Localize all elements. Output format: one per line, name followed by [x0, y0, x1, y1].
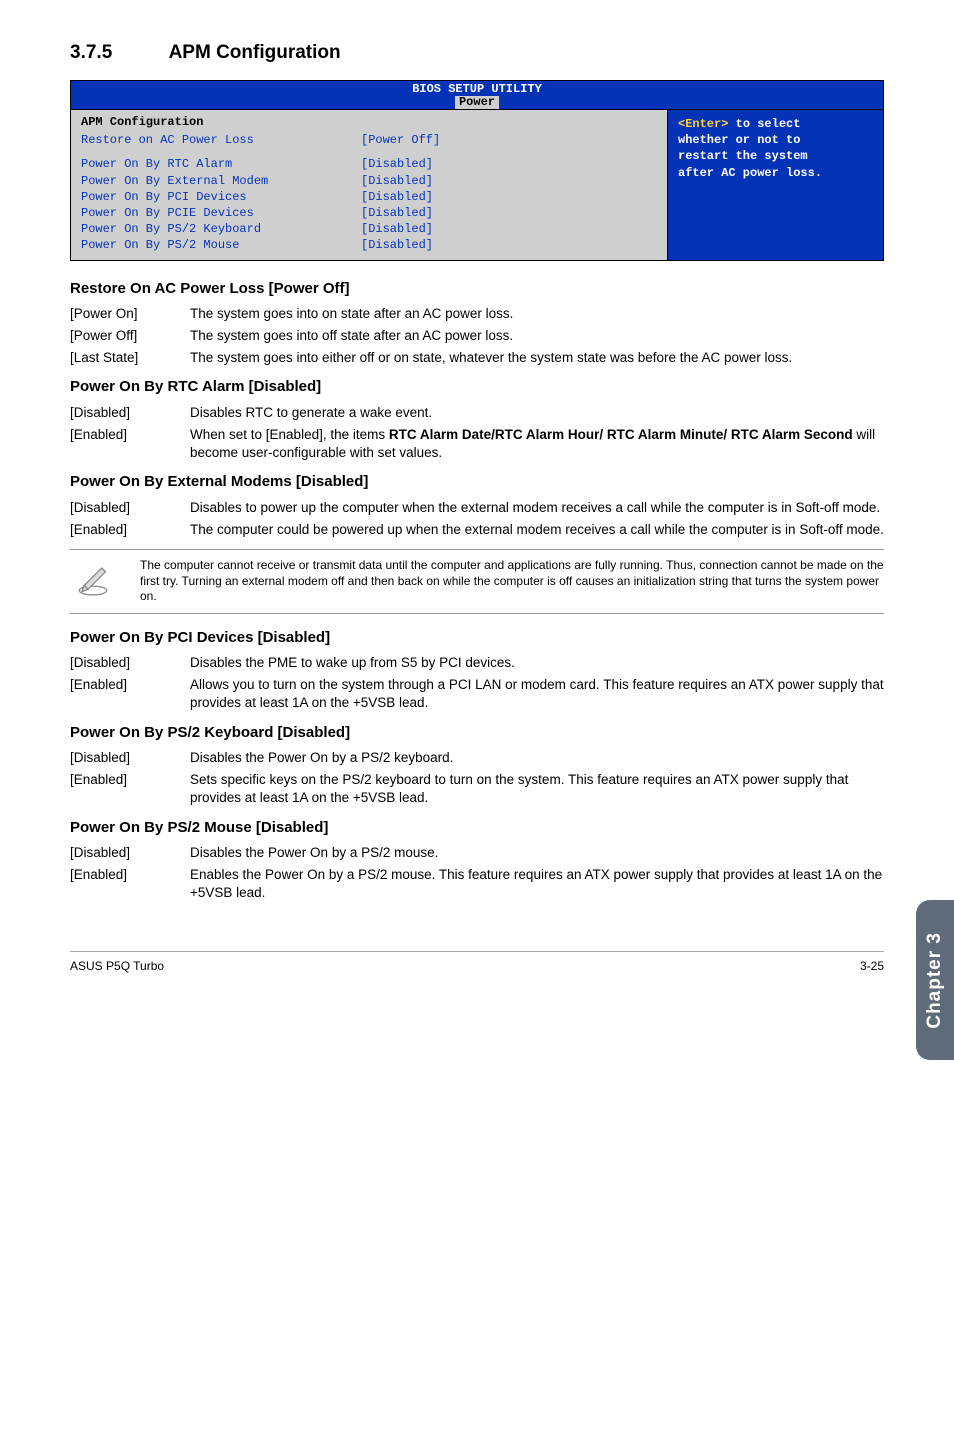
option-value: Enables the Power On by a PS/2 mouse. Th… — [190, 866, 884, 902]
footer-left: ASUS P5Q Turbo — [70, 958, 164, 974]
bios-setting-row: Power On By PCIE Devices[Disabled] — [81, 205, 657, 221]
bios-setting-value: [Disabled] — [361, 237, 433, 253]
bios-setting-value: [Disabled] — [361, 173, 433, 189]
option-value: Disables the PME to wake up from S5 by P… — [190, 654, 884, 672]
option-key: [Disabled] — [70, 844, 190, 862]
option-key: [Disabled] — [70, 499, 190, 517]
option-value: Disables the Power On by a PS/2 mouse. — [190, 844, 884, 862]
note-text: The computer cannot receive or transmit … — [140, 558, 884, 605]
bios-left-pane: APM Configuration Restore on AC Power Lo… — [71, 110, 668, 260]
option-key: [Disabled] — [70, 654, 190, 672]
section-title: APM Configuration — [169, 42, 341, 63]
option-row: [Disabled]Disables the PME to wake up fr… — [70, 654, 884, 672]
bios-setting-value: [Power Off] — [361, 132, 440, 148]
option-key: [Power On] — [70, 305, 190, 323]
bios-setting-row: Power On By RTC Alarm[Disabled] — [81, 156, 657, 172]
bios-setting-value: [Disabled] — [361, 205, 433, 221]
option-value: The system goes into either off or on st… — [190, 349, 884, 367]
bios-help-key: <Enter> — [678, 117, 728, 131]
option-key: [Enabled] — [70, 866, 190, 902]
bios-setting-label: Power On By External Modem — [81, 173, 361, 189]
option-value: The system goes into off state after an … — [190, 327, 884, 345]
option-key: [Last State] — [70, 349, 190, 367]
option-heading: Power On By RTC Alarm [Disabled] — [70, 377, 884, 397]
option-row: [Enabled]Allows you to turn on the syste… — [70, 676, 884, 712]
option-heading: Power On By PS/2 Keyboard [Disabled] — [70, 723, 884, 743]
option-row: [Last State]The system goes into either … — [70, 349, 884, 367]
page-footer: ASUS P5Q Turbo 3-25 — [70, 951, 884, 974]
bios-setting-row: Restore on AC Power Loss[Power Off] — [81, 132, 657, 148]
option-key: [Enabled] — [70, 426, 190, 462]
bios-title: BIOS SETUP UTILITY — [71, 83, 883, 96]
option-heading: Power On By PCI Devices [Disabled] — [70, 628, 884, 648]
option-value: Disables RTC to generate a wake event. — [190, 404, 884, 422]
option-heading: Restore On AC Power Loss [Power Off] — [70, 279, 884, 299]
option-row: [Enabled]Sets specific keys on the PS/2 … — [70, 771, 884, 807]
option-key: [Disabled] — [70, 749, 190, 767]
chapter-label: Chapter 3 — [922, 932, 948, 1029]
section-heading: 3.7.5 APM Configuration — [70, 40, 884, 66]
option-value: Allows you to turn on the system through… — [190, 676, 884, 712]
bios-setting-label: Power On By PCI Devices — [81, 189, 361, 205]
bios-setting-label: Restore on AC Power Loss — [81, 132, 361, 148]
bios-setting-value: [Disabled] — [361, 189, 433, 205]
option-row: [Enabled]When set to [Enabled], the item… — [70, 426, 884, 462]
option-value: When set to [Enabled], the items RTC Ala… — [190, 426, 884, 462]
option-row: [Disabled]Disables to power up the compu… — [70, 499, 884, 517]
option-row: [Power On]The system goes into on state … — [70, 305, 884, 323]
bios-setting-row: Power On By PS/2 Keyboard[Disabled] — [81, 221, 657, 237]
option-value: The computer could be powered up when th… — [190, 521, 884, 539]
option-value: The system goes into on state after an A… — [190, 305, 884, 323]
bios-setting-label: Power On By PS/2 Keyboard — [81, 221, 361, 237]
bios-setting-label: Power On By RTC Alarm — [81, 156, 361, 172]
option-key: [Enabled] — [70, 676, 190, 712]
option-key: [Disabled] — [70, 404, 190, 422]
bios-setting-row: Power On By PCI Devices[Disabled] — [81, 189, 657, 205]
option-key: [Enabled] — [70, 521, 190, 539]
footer-right: 3-25 — [860, 958, 884, 974]
note-block: The computer cannot receive or transmit … — [70, 549, 884, 614]
option-row: [Enabled]The computer could be powered u… — [70, 521, 884, 539]
option-row: [Disabled]Disables the Power On by a PS/… — [70, 749, 884, 767]
bios-setting-row: Power On By External Modem[Disabled] — [81, 173, 657, 189]
bios-panel: BIOS SETUP UTILITY Power APM Configurati… — [70, 80, 884, 261]
bios-setting-row: Power On By PS/2 Mouse[Disabled] — [81, 237, 657, 253]
section-number: 3.7.5 — [70, 40, 164, 66]
bios-setting-label: Power On By PS/2 Mouse — [81, 237, 361, 253]
option-value: Disables the Power On by a PS/2 keyboard… — [190, 749, 884, 767]
pencil-icon — [70, 558, 116, 603]
bios-setting-value: [Disabled] — [361, 156, 433, 172]
option-row: [Disabled]Disables RTC to generate a wak… — [70, 404, 884, 422]
option-value: Sets specific keys on the PS/2 keyboard … — [190, 771, 884, 807]
bios-header: BIOS SETUP UTILITY Power — [71, 81, 883, 109]
option-key: [Power Off] — [70, 327, 190, 345]
bios-panel-title: APM Configuration — [81, 114, 657, 130]
option-row: [Power Off]The system goes into off stat… — [70, 327, 884, 345]
option-key: [Enabled] — [70, 771, 190, 807]
bios-help-pane: <Enter> to select whether or not to rest… — [668, 110, 883, 260]
bios-tab: Power — [455, 96, 499, 109]
bios-setting-value: [Disabled] — [361, 221, 433, 237]
option-row: [Enabled]Enables the Power On by a PS/2 … — [70, 866, 884, 902]
option-row: [Disabled]Disables the Power On by a PS/… — [70, 844, 884, 862]
chapter-tab: Chapter 3 — [916, 900, 954, 1060]
option-value: Disables to power up the computer when t… — [190, 499, 884, 517]
option-heading: Power On By PS/2 Mouse [Disabled] — [70, 818, 884, 838]
bios-setting-label: Power On By PCIE Devices — [81, 205, 361, 221]
option-heading: Power On By External Modems [Disabled] — [70, 472, 884, 492]
